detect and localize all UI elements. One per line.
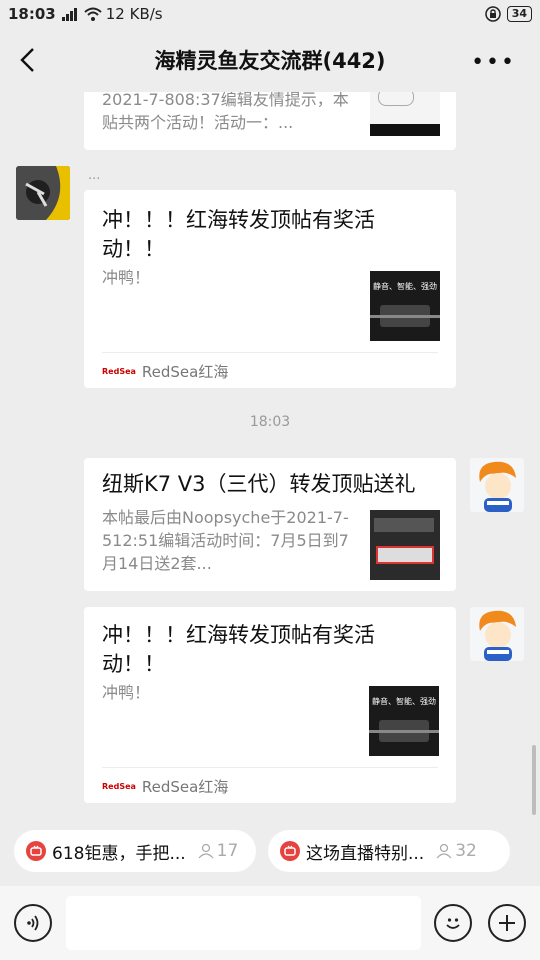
chat-header: 海精灵鱼友交流群(442) ••• bbox=[0, 28, 540, 92]
my-avatar[interactable] bbox=[470, 458, 524, 512]
card-thumbnail bbox=[370, 92, 440, 136]
thumbnail-caption: 静音、智能、强劲 bbox=[372, 697, 436, 706]
chat-title: 海精灵鱼友交流群(442) bbox=[154, 49, 386, 73]
link-card-message[interactable]: 纽斯K7 V3（三代）转发顶贴送礼 本帖最后由Noopsyche于2021-7-… bbox=[84, 458, 456, 591]
source-name: RedSea红海 bbox=[141, 778, 229, 796]
live-stream-pill[interactable]: 618钜惠，手把... 17 bbox=[14, 830, 256, 872]
live-stream-title: 这场直播特别... bbox=[306, 843, 425, 864]
person-icon bbox=[198, 843, 214, 859]
live-stream-icon bbox=[26, 841, 46, 861]
link-card-message[interactable]: 冲！！！红海转发顶帖有奖活动！！ 冲鸭！ 静音、智能、强劲 RedSea Red… bbox=[84, 607, 456, 803]
card-source: RedSea RedSea红海 bbox=[102, 352, 438, 382]
viewer-count-value: 32 bbox=[455, 841, 477, 861]
sender-name: ... bbox=[88, 168, 101, 183]
more-functions-button[interactable] bbox=[488, 904, 526, 942]
voice-icon bbox=[27, 915, 39, 931]
status-time: 18:03 bbox=[8, 5, 56, 23]
thumbnail-caption: 静音、智能、强劲 bbox=[373, 282, 437, 291]
voice-input-button[interactable] bbox=[14, 904, 52, 942]
battery-indicator: 34 bbox=[506, 6, 532, 22]
sender-avatar[interactable] bbox=[16, 166, 70, 220]
live-stream-title: 618钜惠，手把... bbox=[52, 843, 186, 864]
plus-icon bbox=[499, 915, 515, 931]
card-description: 本帖最后由Noopsyche于2021-7-512:51编辑活动时间：7月5日到… bbox=[102, 508, 349, 573]
live-stream-bar: 618钜惠，手把... 17 这场直播特别... 32 bbox=[0, 818, 540, 886]
more-options-icon[interactable]: ••• bbox=[471, 50, 516, 75]
network-speed: 12 KB/s bbox=[105, 5, 163, 23]
emoji-button[interactable] bbox=[434, 904, 472, 942]
smiley-icon bbox=[446, 918, 460, 929]
message-input[interactable] bbox=[66, 896, 421, 950]
card-description: 冲鸭！ bbox=[102, 268, 151, 287]
live-stream-icon bbox=[280, 841, 300, 861]
wifi-icon bbox=[84, 7, 102, 21]
live-stream-pill[interactable]: 这场直播特别... 32 bbox=[268, 830, 510, 872]
card-title: 冲！！！红海转发顶帖有奖活动！！ bbox=[102, 208, 375, 261]
card-description: 2021-7-808:37编辑友情提示，本贴共两个活动！活动一：... bbox=[102, 92, 349, 132]
signal-icon bbox=[61, 7, 80, 21]
viewer-count: 32 bbox=[436, 841, 477, 861]
link-card-message[interactable]: 2021-7-808:37编辑友情提示，本贴共两个活动！活动一：... bbox=[84, 92, 456, 150]
card-thumbnail: 静音、智能、强劲 bbox=[370, 271, 440, 341]
person-icon bbox=[436, 843, 452, 859]
input-bar bbox=[0, 886, 540, 960]
link-card-message[interactable]: 冲！！！红海转发顶帖有奖活动！！ 冲鸭！ 静音、智能、强劲 RedSea Red… bbox=[84, 190, 456, 388]
viewer-count-value: 17 bbox=[216, 841, 239, 861]
card-description: 冲鸭！ bbox=[102, 683, 151, 702]
back-arrow-icon[interactable] bbox=[16, 46, 40, 74]
source-name: RedSea红海 bbox=[141, 363, 229, 381]
card-title: 冲！！！红海转发顶帖有奖活动！！ bbox=[102, 623, 375, 676]
chat-scrollbar[interactable] bbox=[532, 745, 536, 815]
card-source: RedSea RedSea红海 bbox=[102, 767, 438, 797]
my-avatar[interactable] bbox=[470, 607, 524, 661]
redsea-logo: RedSea bbox=[102, 367, 136, 376]
chat-messages[interactable]: 2021-7-808:37编辑友情提示，本贴共两个活动！活动一：... ... … bbox=[0, 92, 540, 818]
card-thumbnail: 静音、智能、强劲 bbox=[369, 686, 439, 756]
status-bar: 18:03 12 KB/s 34 bbox=[0, 0, 540, 28]
redsea-logo: RedSea bbox=[102, 782, 136, 791]
viewer-count: 17 bbox=[198, 841, 239, 861]
card-title: 纽斯K7 V3（三代）转发顶贴送礼 bbox=[102, 472, 416, 496]
message-timestamp: 18:03 bbox=[249, 414, 291, 430]
card-thumbnail bbox=[370, 510, 440, 580]
lock-icon bbox=[484, 6, 501, 22]
